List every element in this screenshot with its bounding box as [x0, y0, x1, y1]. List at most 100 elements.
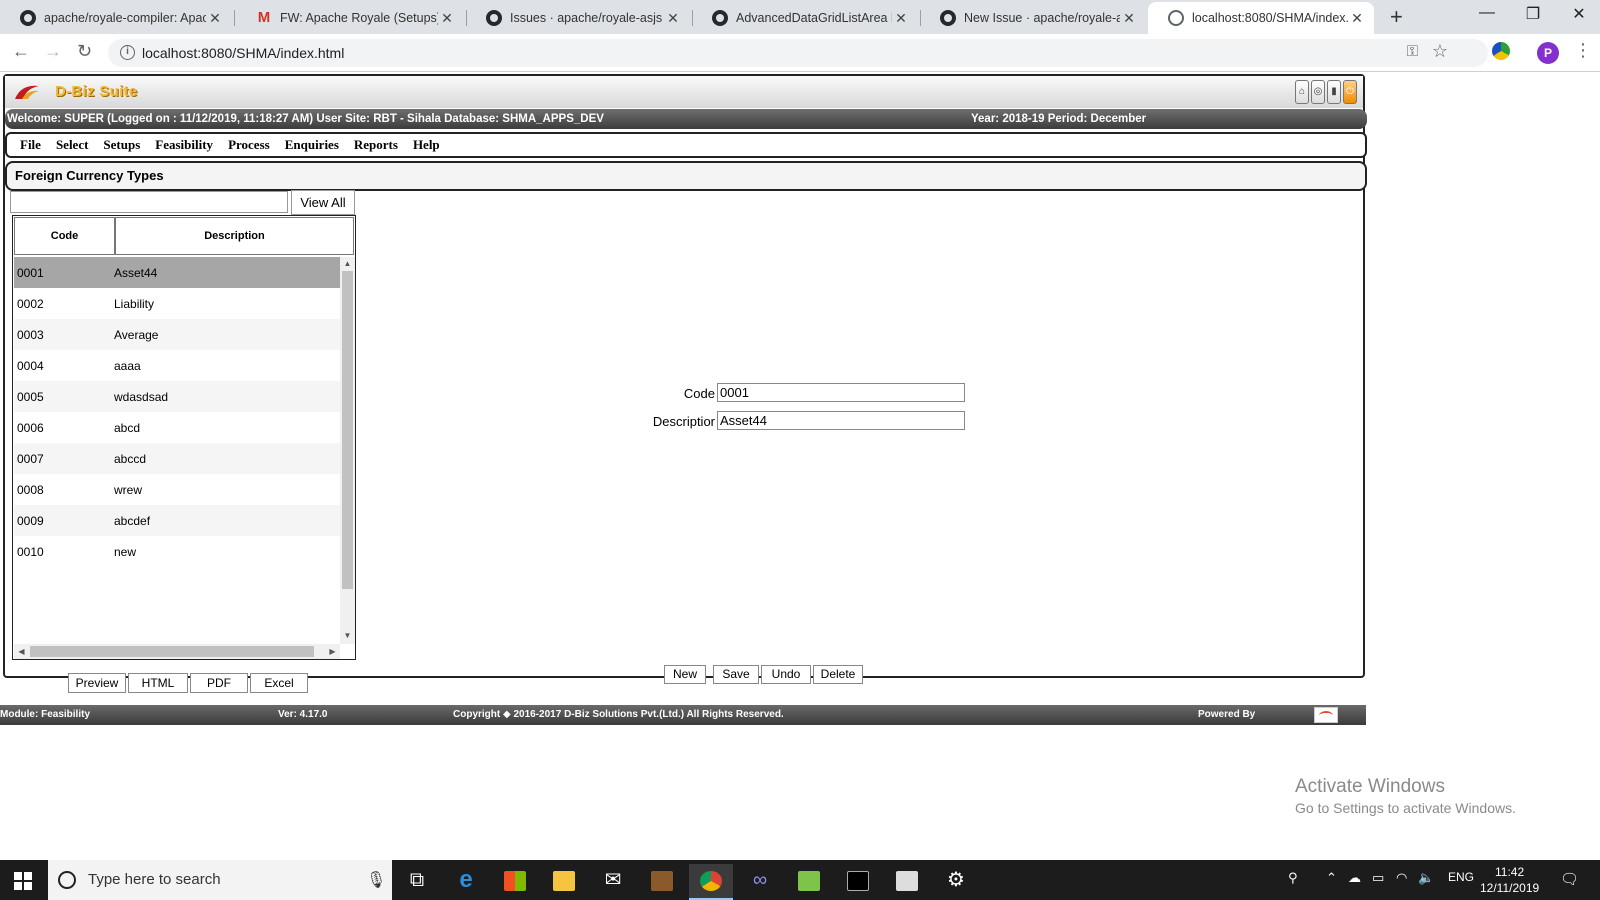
windows-start-icon[interactable] [14, 872, 32, 890]
menu-file[interactable]: File [20, 137, 41, 153]
task-view-icon[interactable]: ⧉ [395, 864, 439, 900]
code-field[interactable]: 0001 [717, 383, 965, 402]
lock-icon[interactable]: ▮ [1327, 80, 1341, 104]
power-icon[interactable]: ⏻ [1343, 80, 1357, 104]
mail-icon[interactable]: ✉ [591, 864, 635, 900]
scroll-thumb[interactable] [30, 646, 314, 657]
cell-description: abcd [114, 420, 141, 435]
table-row[interactable]: 0005 wdasdsad [14, 381, 340, 412]
wifi-icon[interactable]: ◠ [1396, 870, 1407, 886]
gmail-icon: M [257, 9, 271, 26]
remote-desktop-icon[interactable] [885, 864, 929, 900]
scroll-down-icon[interactable]: ▼ [340, 631, 355, 640]
close-icon[interactable]: ✕ [1348, 10, 1366, 27]
scroll-right-icon[interactable]: ▶ [325, 647, 340, 656]
edge-icon[interactable]: e [444, 864, 488, 900]
home-icon[interactable]: ⌂ [1295, 80, 1309, 104]
browser-tab[interactable]: M FW: Apache Royale (Setups) Re ✕ [236, 2, 464, 34]
table-row[interactable]: 0001 Asset44 [14, 257, 340, 288]
scroll-thumb[interactable] [342, 271, 353, 589]
forward-icon[interactable]: → [44, 41, 62, 62]
close-icon[interactable]: ✕ [1120, 10, 1138, 27]
close-icon[interactable]: ✕ [892, 10, 910, 27]
browser-tab[interactable]: AdvancedDataGridListArea hei ✕ [692, 2, 918, 34]
reload-icon[interactable]: ↻ [77, 41, 92, 62]
menu-feasibility[interactable]: Feasibility [155, 137, 213, 153]
profile-avatar[interactable]: P [1537, 42, 1559, 64]
taskbar-search[interactable]: Type here to search 🎙 [48, 860, 392, 900]
globe-icon[interactable]: ◎ [1311, 80, 1325, 104]
delete-button[interactable]: Delete [813, 665, 863, 684]
key-icon[interactable]: ⚿ [1407, 43, 1418, 60]
table-row[interactable]: 0003 Average [14, 319, 340, 350]
people-icon[interactable]: ⚲ [1288, 870, 1298, 886]
close-icon[interactable]: ✕ [664, 10, 682, 27]
close-icon[interactable]: ✕ [206, 10, 224, 27]
menu-process[interactable]: Process [228, 137, 270, 153]
preview-button[interactable]: Preview [68, 673, 126, 693]
file-explorer-icon[interactable] [542, 864, 586, 900]
browser-menu-icon[interactable]: ⋮ [1574, 40, 1592, 61]
excel-button[interactable]: Excel [250, 673, 308, 693]
restore-button[interactable]: ❐ [1510, 4, 1556, 24]
scroll-left-icon[interactable]: ◀ [14, 647, 29, 656]
html-button[interactable]: HTML [128, 673, 188, 693]
extension-icon[interactable] [1492, 42, 1510, 60]
notification-icon[interactable]: 🗨 [1560, 870, 1579, 888]
table-row[interactable]: 0009 abcdef [14, 505, 340, 536]
url-text[interactable]: localhost:8080/SHMA/index.html [142, 45, 344, 61]
save-button[interactable]: Save [713, 665, 759, 684]
module-text: Module: Feasibility [0, 709, 91, 720]
close-icon[interactable]: ✕ [438, 10, 456, 27]
browser-tab[interactable]: apache/royale-compiler: Apach ✕ [0, 2, 232, 34]
vertical-scrollbar[interactable]: ▲ ▼ [340, 257, 355, 644]
terminal-icon[interactable] [836, 864, 880, 900]
info-icon[interactable]: i [120, 45, 135, 60]
app-header: D-Biz Suite ⌂ ◎ ▮ ⏻ [5, 76, 1363, 108]
chrome-icon[interactable] [689, 864, 733, 900]
undo-button[interactable]: Undo [761, 665, 811, 684]
menu-help[interactable]: Help [413, 137, 440, 153]
browser-tab-active[interactable]: localhost:8080/SHMA/index.ht ✕ [1148, 2, 1374, 34]
volume-icon[interactable]: 🔈 [1418, 870, 1434, 886]
pdf-button[interactable]: PDF [190, 673, 248, 693]
table-row[interactable]: 0010 new [14, 536, 340, 567]
cloud-icon[interactable]: ☁ [1348, 870, 1361, 886]
language-indicator[interactable]: ENG [1448, 870, 1474, 884]
close-window-button[interactable]: ✕ [1556, 4, 1600, 24]
battery-icon[interactable]: ▭ [1372, 870, 1384, 886]
vscode-icon[interactable]: ∞ [738, 864, 782, 900]
new-button[interactable]: New [664, 665, 706, 684]
back-icon[interactable]: ← [12, 41, 30, 62]
column-header-code[interactable]: Code [14, 217, 115, 255]
settings-gear-icon[interactable]: ⚙ [934, 864, 978, 900]
app-icon[interactable] [640, 864, 684, 900]
browser-tab[interactable]: Issues · apache/royale-asjs ✕ [466, 2, 690, 34]
notepad-icon[interactable] [787, 864, 831, 900]
table-row[interactable]: 0004 aaaa [14, 350, 340, 381]
menu-select[interactable]: Select [56, 137, 88, 153]
horizontal-scrollbar[interactable]: ◀ ▶ [14, 644, 340, 659]
table-row[interactable]: 0007 abccd [14, 443, 340, 474]
menu-enquiries[interactable]: Enquiries [285, 137, 339, 153]
store-icon[interactable] [493, 864, 537, 900]
star-icon[interactable]: ☆ [1432, 41, 1448, 62]
new-tab-button[interactable]: + [1390, 4, 1403, 30]
clock[interactable]: 11:42 12/11/2019 [1480, 864, 1539, 896]
scroll-up-icon[interactable]: ▲ [340, 259, 355, 268]
search-input[interactable] [10, 191, 288, 213]
view-all-button[interactable]: View All [291, 190, 355, 215]
github-icon [486, 10, 502, 26]
column-header-description[interactable]: Description [115, 217, 354, 255]
browser-tab[interactable]: New Issue · apache/royale-asjs ✕ [920, 2, 1146, 34]
description-field[interactable]: Asset44 [717, 411, 965, 430]
table-row[interactable]: 0002 Liability [14, 288, 340, 319]
microphone-icon[interactable]: 🎙 [366, 870, 386, 890]
minimize-button[interactable]: — [1464, 4, 1510, 22]
table-row[interactable]: 0006 abcd [14, 412, 340, 443]
table-row[interactable]: 0008 wrew [14, 474, 340, 505]
address-bar[interactable]: i localhost:8080/SHMA/index.html ⚿ ☆ [108, 39, 1488, 67]
menu-setups[interactable]: Setups [103, 137, 140, 153]
chevron-up-icon[interactable]: ⌃ [1326, 870, 1337, 886]
menu-reports[interactable]: Reports [354, 137, 398, 153]
